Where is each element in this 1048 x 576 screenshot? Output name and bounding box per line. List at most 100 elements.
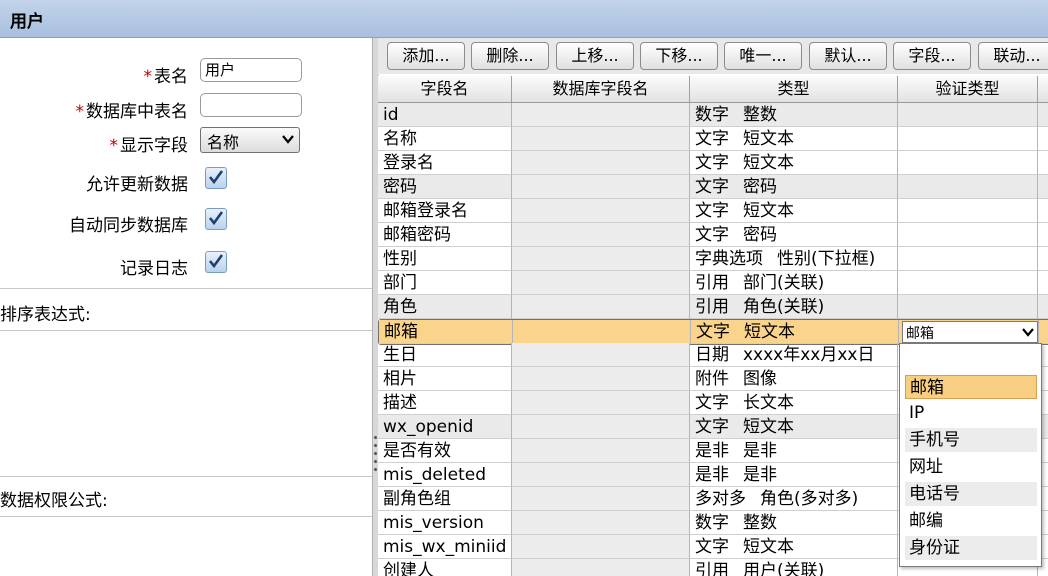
validation-type-cell[interactable] — [898, 103, 1038, 127]
field-name-cell[interactable]: 副角色组 — [378, 487, 512, 511]
move-down-button[interactable]: 下移... — [640, 42, 718, 70]
type-cell[interactable]: 日期 xxxx年xx月xx日 — [690, 343, 898, 367]
db-field-name-cell[interactable] — [512, 487, 690, 511]
linkage-button[interactable]: 联动... — [978, 42, 1048, 70]
table-row[interactable]: 名称 文字 短文本 — [378, 127, 1048, 151]
type-cell[interactable]: 字典选项 性别(下拉框) — [690, 247, 898, 271]
field-name-cell[interactable]: 名称 — [378, 127, 512, 151]
allow-update-checkbox[interactable] — [205, 167, 227, 189]
type-cell[interactable]: 文字 短文本 — [690, 415, 898, 439]
column-header-validation-type[interactable]: 验证类型 — [898, 76, 1038, 102]
display-field-select[interactable]: 名称 — [200, 127, 300, 153]
db-field-name-cell[interactable] — [512, 559, 690, 576]
table-name-input[interactable]: 用户 — [200, 58, 302, 82]
validation-type-cell[interactable] — [898, 175, 1038, 199]
field-name-cell[interactable]: 邮箱 — [379, 320, 513, 344]
permission-formula-area[interactable] — [0, 517, 372, 576]
db-field-name-cell[interactable] — [512, 415, 690, 439]
db-field-name-cell[interactable] — [512, 103, 690, 127]
table-row[interactable]: 密码 文字 密码 — [378, 175, 1048, 199]
type-cell[interactable]: 文字 长文本 — [690, 391, 898, 415]
field-name-cell[interactable]: mis_version — [378, 511, 512, 535]
validation-type-cell[interactable] — [898, 271, 1038, 295]
field-name-cell[interactable]: 密码 — [378, 175, 512, 199]
column-header-db-field-name[interactable]: 数据库字段名 — [512, 76, 690, 102]
type-cell[interactable]: 附件 图像 — [690, 367, 898, 391]
type-cell[interactable]: 多对多 角色(多对多) — [690, 487, 898, 511]
db-field-name-cell[interactable] — [512, 199, 690, 223]
dropdown-option[interactable]: 邮编 — [905, 509, 1037, 533]
type-cell[interactable]: 文字 短文本 — [690, 127, 898, 151]
validation-type-cell[interactable] — [898, 127, 1038, 151]
field-name-cell[interactable]: 角色 — [378, 295, 512, 319]
db-field-name-cell[interactable] — [513, 320, 691, 344]
field-name-cell[interactable]: 创建人 — [378, 559, 512, 576]
fields-button[interactable]: 字段... — [893, 42, 971, 70]
db-field-name-cell[interactable] — [512, 343, 690, 367]
field-name-cell[interactable]: 描述 — [378, 391, 512, 415]
dropdown-option[interactable]: 电话号 — [905, 482, 1037, 506]
db-table-input[interactable] — [200, 93, 302, 117]
sort-expression-area[interactable] — [0, 331, 372, 476]
table-row[interactable]: 邮箱 文字 短文本 邮箱 — [378, 319, 1048, 345]
add-button[interactable]: 添加... — [387, 42, 465, 70]
type-cell[interactable]: 文字 短文本 — [690, 199, 898, 223]
field-name-cell[interactable]: wx_openid — [378, 415, 512, 439]
type-cell[interactable]: 文字 密码 — [690, 223, 898, 247]
db-field-name-cell[interactable] — [512, 127, 690, 151]
type-cell[interactable]: 文字 短文本 — [690, 535, 898, 559]
auto-sync-checkbox[interactable] — [205, 208, 227, 230]
default-button[interactable]: 默认... — [809, 42, 887, 70]
field-name-cell[interactable]: 部门 — [378, 271, 512, 295]
table-row[interactable]: 角色 引用 角色(关联) — [378, 295, 1048, 319]
type-cell[interactable]: 文字 短文本 — [691, 320, 899, 344]
validation-type-cell[interactable] — [898, 199, 1038, 223]
db-field-name-cell[interactable] — [512, 223, 690, 247]
type-cell[interactable]: 引用 用户(关联) — [690, 559, 898, 576]
db-field-name-cell[interactable] — [512, 511, 690, 535]
type-cell[interactable]: 引用 部门(关联) — [690, 271, 898, 295]
table-row[interactable]: 邮箱登录名 文字 短文本 — [378, 199, 1048, 223]
db-field-name-cell[interactable] — [512, 463, 690, 487]
type-cell[interactable]: 是非 是非 — [690, 463, 898, 487]
validation-type-cell[interactable] — [898, 295, 1038, 319]
table-row[interactable]: 性别 字典选项 性别(下拉框) — [378, 247, 1048, 271]
field-name-cell[interactable]: 性别 — [378, 247, 512, 271]
db-field-name-cell[interactable] — [512, 391, 690, 415]
type-cell[interactable]: 是非 是非 — [690, 439, 898, 463]
column-header-type[interactable]: 类型 — [690, 76, 898, 102]
field-name-cell[interactable]: 是否有效 — [378, 439, 512, 463]
delete-button[interactable]: 删除... — [471, 42, 549, 70]
type-cell[interactable]: 文字 短文本 — [690, 151, 898, 175]
dropdown-option[interactable] — [905, 350, 1037, 374]
field-name-cell[interactable]: 登录名 — [378, 151, 512, 175]
table-row[interactable]: 登录名 文字 短文本 — [378, 151, 1048, 175]
dropdown-option[interactable]: IP — [905, 401, 1037, 425]
type-cell[interactable]: 数字 整数 — [690, 103, 898, 127]
field-name-cell[interactable]: mis_deleted — [378, 463, 512, 487]
type-cell[interactable]: 文字 密码 — [690, 175, 898, 199]
validation-type-cell[interactable] — [898, 223, 1038, 247]
dropdown-option-selected[interactable]: 邮箱 — [905, 375, 1037, 399]
column-header-field-name[interactable]: 字段名 — [378, 76, 512, 102]
table-row[interactable]: 部门 引用 部门(关联) — [378, 271, 1048, 295]
db-field-name-cell[interactable] — [512, 271, 690, 295]
log-checkbox[interactable] — [205, 251, 227, 273]
db-field-name-cell[interactable] — [512, 535, 690, 559]
field-name-cell[interactable]: id — [378, 103, 512, 127]
field-name-cell[interactable]: 邮箱密码 — [378, 223, 512, 247]
db-field-name-cell[interactable] — [512, 247, 690, 271]
validation-type-select[interactable]: 邮箱 — [902, 321, 1038, 343]
move-up-button[interactable]: 上移... — [556, 42, 634, 70]
type-cell[interactable]: 引用 角色(关联) — [690, 295, 898, 319]
db-field-name-cell[interactable] — [512, 439, 690, 463]
dropdown-option[interactable]: 手机号 — [905, 428, 1037, 452]
db-field-name-cell[interactable] — [512, 175, 690, 199]
db-field-name-cell[interactable] — [512, 151, 690, 175]
field-name-cell[interactable]: 生日 — [378, 343, 512, 367]
db-field-name-cell[interactable] — [512, 295, 690, 319]
type-cell[interactable]: 数字 整数 — [690, 511, 898, 535]
field-name-cell[interactable]: 邮箱登录名 — [378, 199, 512, 223]
table-row[interactable]: 邮箱密码 文字 密码 — [378, 223, 1048, 247]
dropdown-option[interactable]: 网址 — [905, 455, 1037, 479]
